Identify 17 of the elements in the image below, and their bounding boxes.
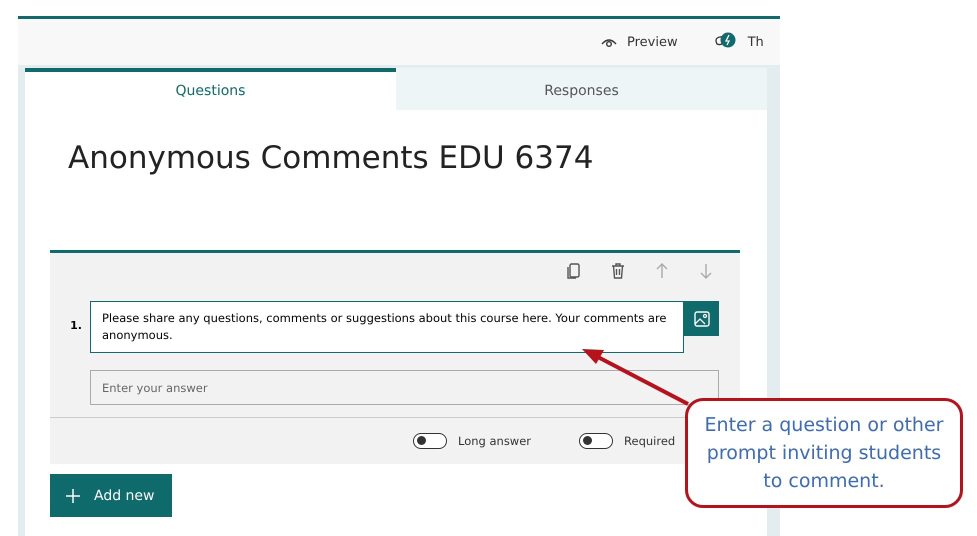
toolbar-label[interactable]: Preview: [627, 34, 678, 50]
plus-icon: [66, 488, 80, 502]
answer-field[interactable]: Enter your answer: [90, 370, 719, 405]
toggle-label: Required: [624, 434, 676, 448]
question-number: 1.: [70, 319, 82, 332]
tab[interactable]: Responses: [396, 68, 767, 110]
image-icon: [692, 310, 710, 328]
insert-image-button[interactable]: [684, 301, 719, 336]
toggle-switch[interactable]: [413, 433, 447, 449]
form-title: Anonymous Comments EDU 6374: [68, 140, 594, 176]
question-field[interactable]: Please share any questions, comments or suggestions about this course here. Your comments are anonymous.: [90, 301, 684, 353]
toggle-switch[interactable]: [579, 433, 614, 449]
toolbar-label[interactable]: Th: [748, 34, 764, 50]
tab[interactable]: Questions: [25, 68, 396, 110]
toggle-label: Long answer: [458, 434, 532, 448]
callout: Enter a question or other prompt inviting students to comment.: [685, 398, 963, 508]
add-new-button[interactable]: Add new: [50, 474, 172, 517]
